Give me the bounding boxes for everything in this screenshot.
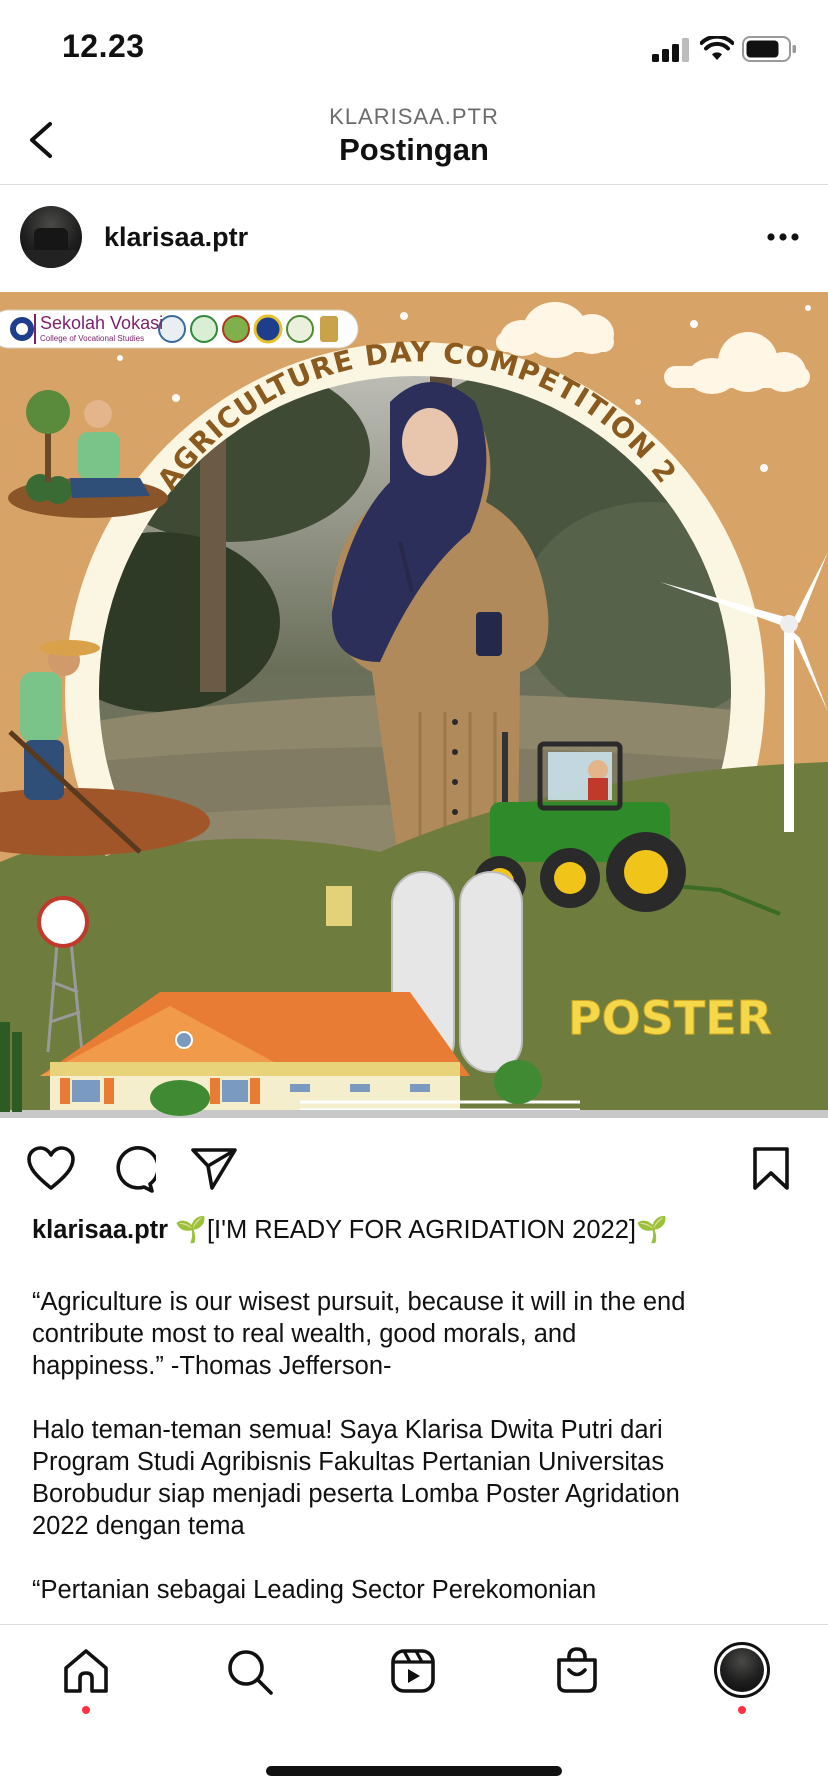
caption-line	[32, 1382, 822, 1414]
home-notification-dot	[82, 1706, 90, 1714]
shop-bag-icon[interactable]	[554, 1646, 600, 1694]
cellular-signal-icon	[652, 38, 689, 62]
poster-badge: POSTER	[568, 991, 772, 1045]
caption-line: Program Studi Agribisnis Fakultas Pertan…	[32, 1448, 665, 1476]
caption-line	[32, 1542, 822, 1574]
caption-body: “Agriculture is our wisest pursuit, beca…	[32, 1286, 822, 1606]
search-icon[interactable]	[226, 1648, 274, 1696]
post-username[interactable]: klarisaa.ptr	[104, 222, 248, 253]
agriculture-poster-illustration: AGRICULTURE DAY COMPETITION 2022	[0, 292, 828, 1118]
bottom-nav-divider	[0, 1624, 828, 1625]
page-title: Postingan	[339, 132, 489, 167]
caption-username[interactable]: klarisaa.ptr	[32, 1216, 168, 1244]
more-options-icon[interactable]	[766, 230, 800, 244]
wifi-icon	[700, 36, 734, 60]
poster-logo-subtext: College of Vocational Studies	[40, 334, 145, 343]
battery-icon	[742, 36, 796, 62]
save-bookmark-icon[interactable]	[752, 1146, 790, 1192]
header-account: KLARISAA.PTR	[329, 104, 499, 129]
caption-line: 2022 dengan tema	[32, 1512, 245, 1540]
caption-first-line: klarisaa.ptr 🌱[I'M READY FOR AGRIDATION …	[32, 1214, 668, 1246]
home-icon[interactable]	[62, 1648, 110, 1694]
caption-line: “Agriculture is our wisest pursuit, beca…	[32, 1288, 686, 1316]
post-image[interactable]: AGRICULTURE DAY COMPETITION 2022	[0, 292, 828, 1118]
profile-avatar[interactable]	[714, 1642, 770, 1698]
status-time: 12.23	[62, 28, 145, 64]
home-indicator	[266, 1766, 562, 1776]
poster-logo-text: Sekolah Vokasi	[40, 313, 164, 333]
share-send-icon[interactable]	[190, 1146, 238, 1192]
header-divider	[0, 184, 828, 185]
caption-headline: 🌱[I'M READY FOR AGRIDATION 2022]🌱	[175, 1216, 668, 1244]
caption-line: contribute most to real wealth, good mor…	[32, 1320, 577, 1348]
profile-notification-dot	[738, 1706, 746, 1714]
caption-line: Borobudur siap menjadi peserta Lomba Pos…	[32, 1480, 680, 1508]
caption-line: “Pertanian sebagai Leading Sector Pereko…	[32, 1576, 597, 1604]
comment-icon[interactable]	[108, 1146, 156, 1194]
like-heart-icon[interactable]	[26, 1146, 76, 1192]
reels-icon[interactable]	[390, 1648, 436, 1694]
caption-line: happiness.” -Thomas Jefferson-	[32, 1352, 392, 1380]
profile-avatar-image	[720, 1648, 764, 1692]
caption-line: Halo teman-teman semua! Saya Klarisa Dwi…	[32, 1416, 663, 1444]
post-avatar[interactable]	[20, 206, 82, 268]
